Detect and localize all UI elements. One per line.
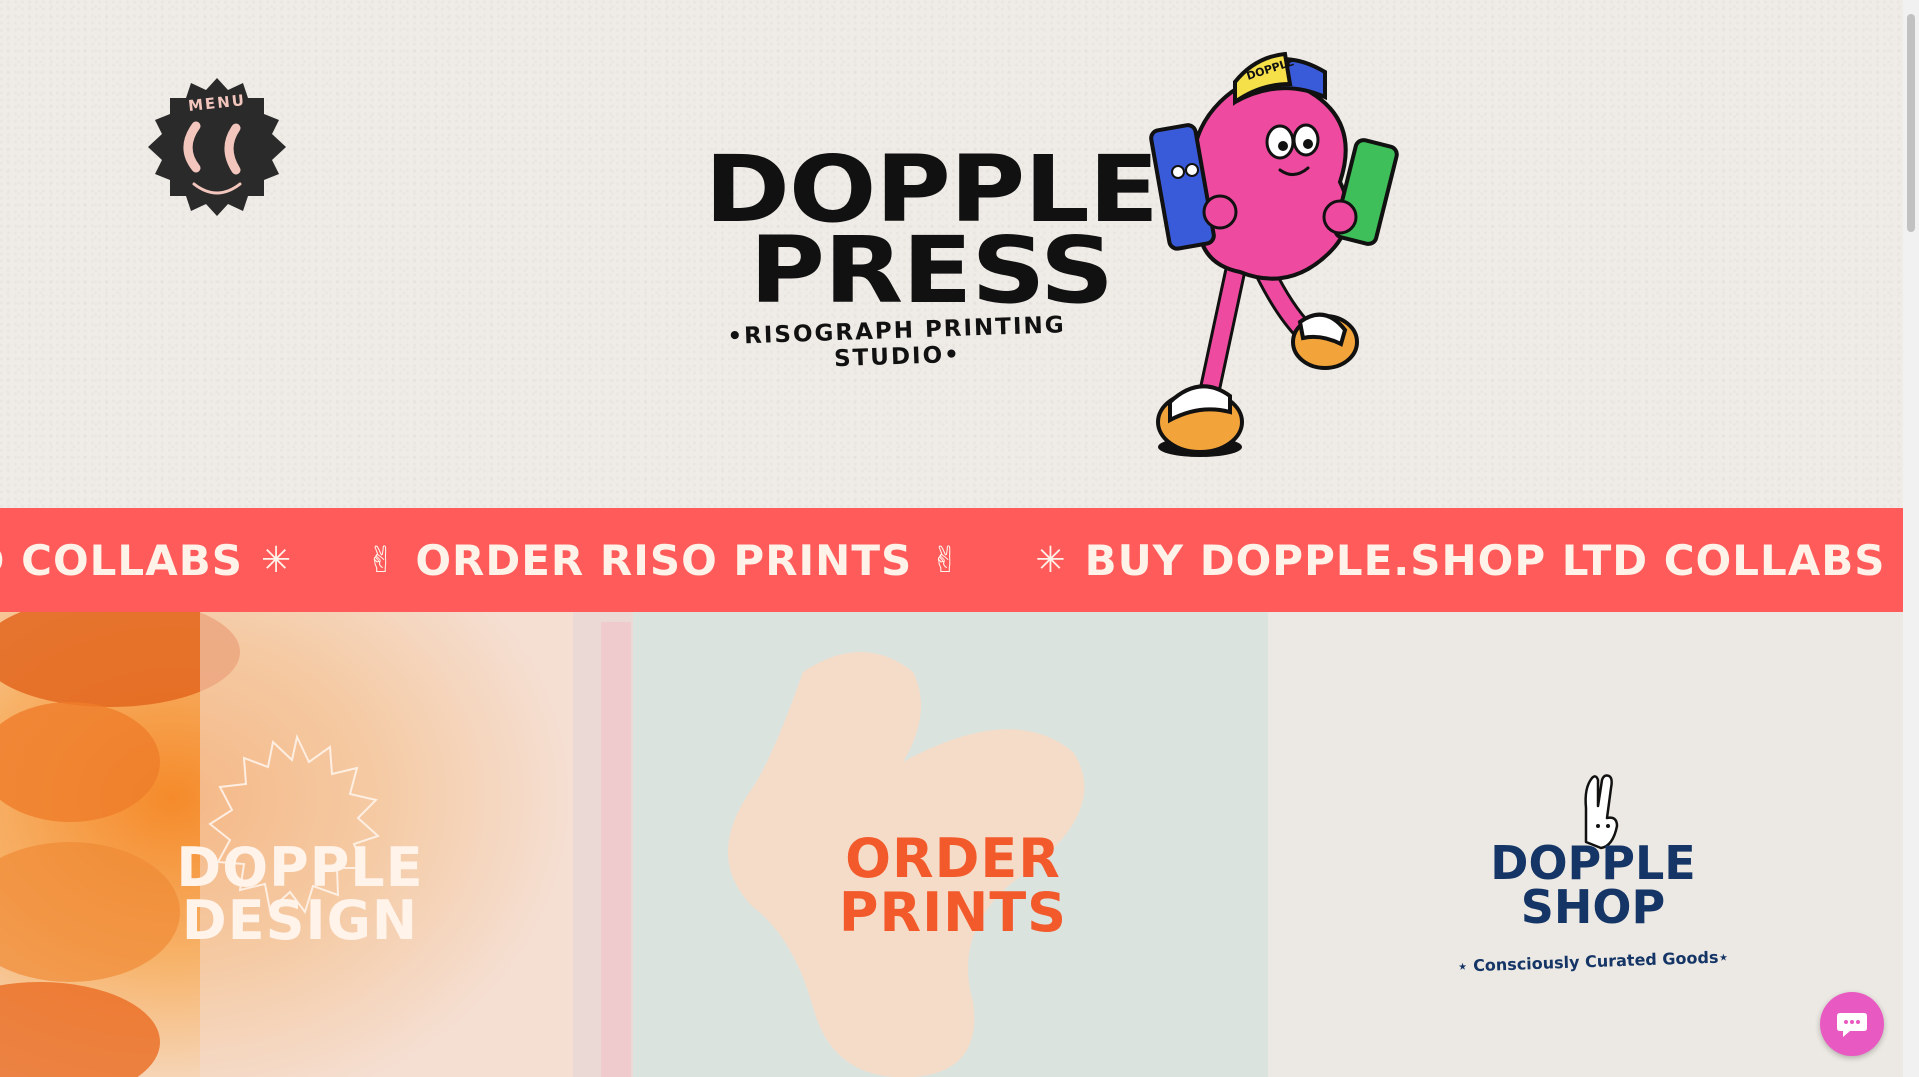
scrollbar-thumb[interactable] <box>1907 14 1915 232</box>
order-title: ORDER PRINTS <box>793 832 1113 940</box>
peace-hand-icon: ✌ <box>930 539 962 581</box>
order-title-line-1: ORDER <box>845 827 1061 890</box>
asterisk-icon: ✳ <box>260 539 293 581</box>
ticker-track: TD COLLABS ✳ ✌ ORDER RISO PRINTS ✌ ✳ BUY… <box>0 508 1903 612</box>
site-logo[interactable]: DOPPLE PRESS <box>640 143 1222 316</box>
ticker-item-text: BUY DOPPLE.SHOP LTD COLLABS <box>1084 535 1886 585</box>
design-title: DOPPLE DESIGN <box>120 836 480 952</box>
ticker-item[interactable]: ✌ ORDER RISO PRINTS ✌ <box>348 536 979 585</box>
dopple-shop-tile[interactable]: DOPPLE SHOP ⋆ Consciously Curated Goods⋆ <box>1268 612 1903 1077</box>
menu-button[interactable]: MENU <box>146 76 288 218</box>
shop-tagline: ⋆ Consciously Curated Goods⋆ <box>1457 947 1729 976</box>
shop-title: DOPPLE SHOP <box>1443 840 1743 934</box>
order-title-line-2: PRINTS <box>838 881 1068 944</box>
ticker-item[interactable]: ✳ BUY DOPPLE.SHOP LTD COLLABS <box>1017 536 1885 585</box>
chat-button[interactable] <box>1820 992 1884 1056</box>
page-scrollbar[interactable] <box>1903 0 1919 1077</box>
order-prints-tile[interactable]: ORDER PRINTS <box>573 612 1268 1077</box>
design-title-line-2: DESIGN <box>181 888 419 952</box>
mascot-illustration: DOPPLE <box>1149 51 1399 457</box>
chat-bubble-icon <box>1837 1013 1867 1037</box>
ticker-item[interactable]: TD COLLABS ✳ <box>0 536 310 585</box>
design-title-line-1: DOPPLE <box>176 836 424 899</box>
peace-hand-icon: ✌ <box>366 539 398 581</box>
asterisk-icon: ✳ <box>1035 539 1067 581</box>
ticker-item-text: TD COLLABS <box>0 535 243 585</box>
dopple-design-tile[interactable]: DOPPLE DESIGN <box>0 612 573 1077</box>
shop-title-line-2: SHOP <box>1520 879 1666 934</box>
marquee-ticker[interactable]: TD COLLABS ✳ ✌ ORDER RISO PRINTS ✌ ✳ BUY… <box>0 508 1903 612</box>
ticker-item-text: ORDER RISO PRINTS <box>415 535 913 585</box>
